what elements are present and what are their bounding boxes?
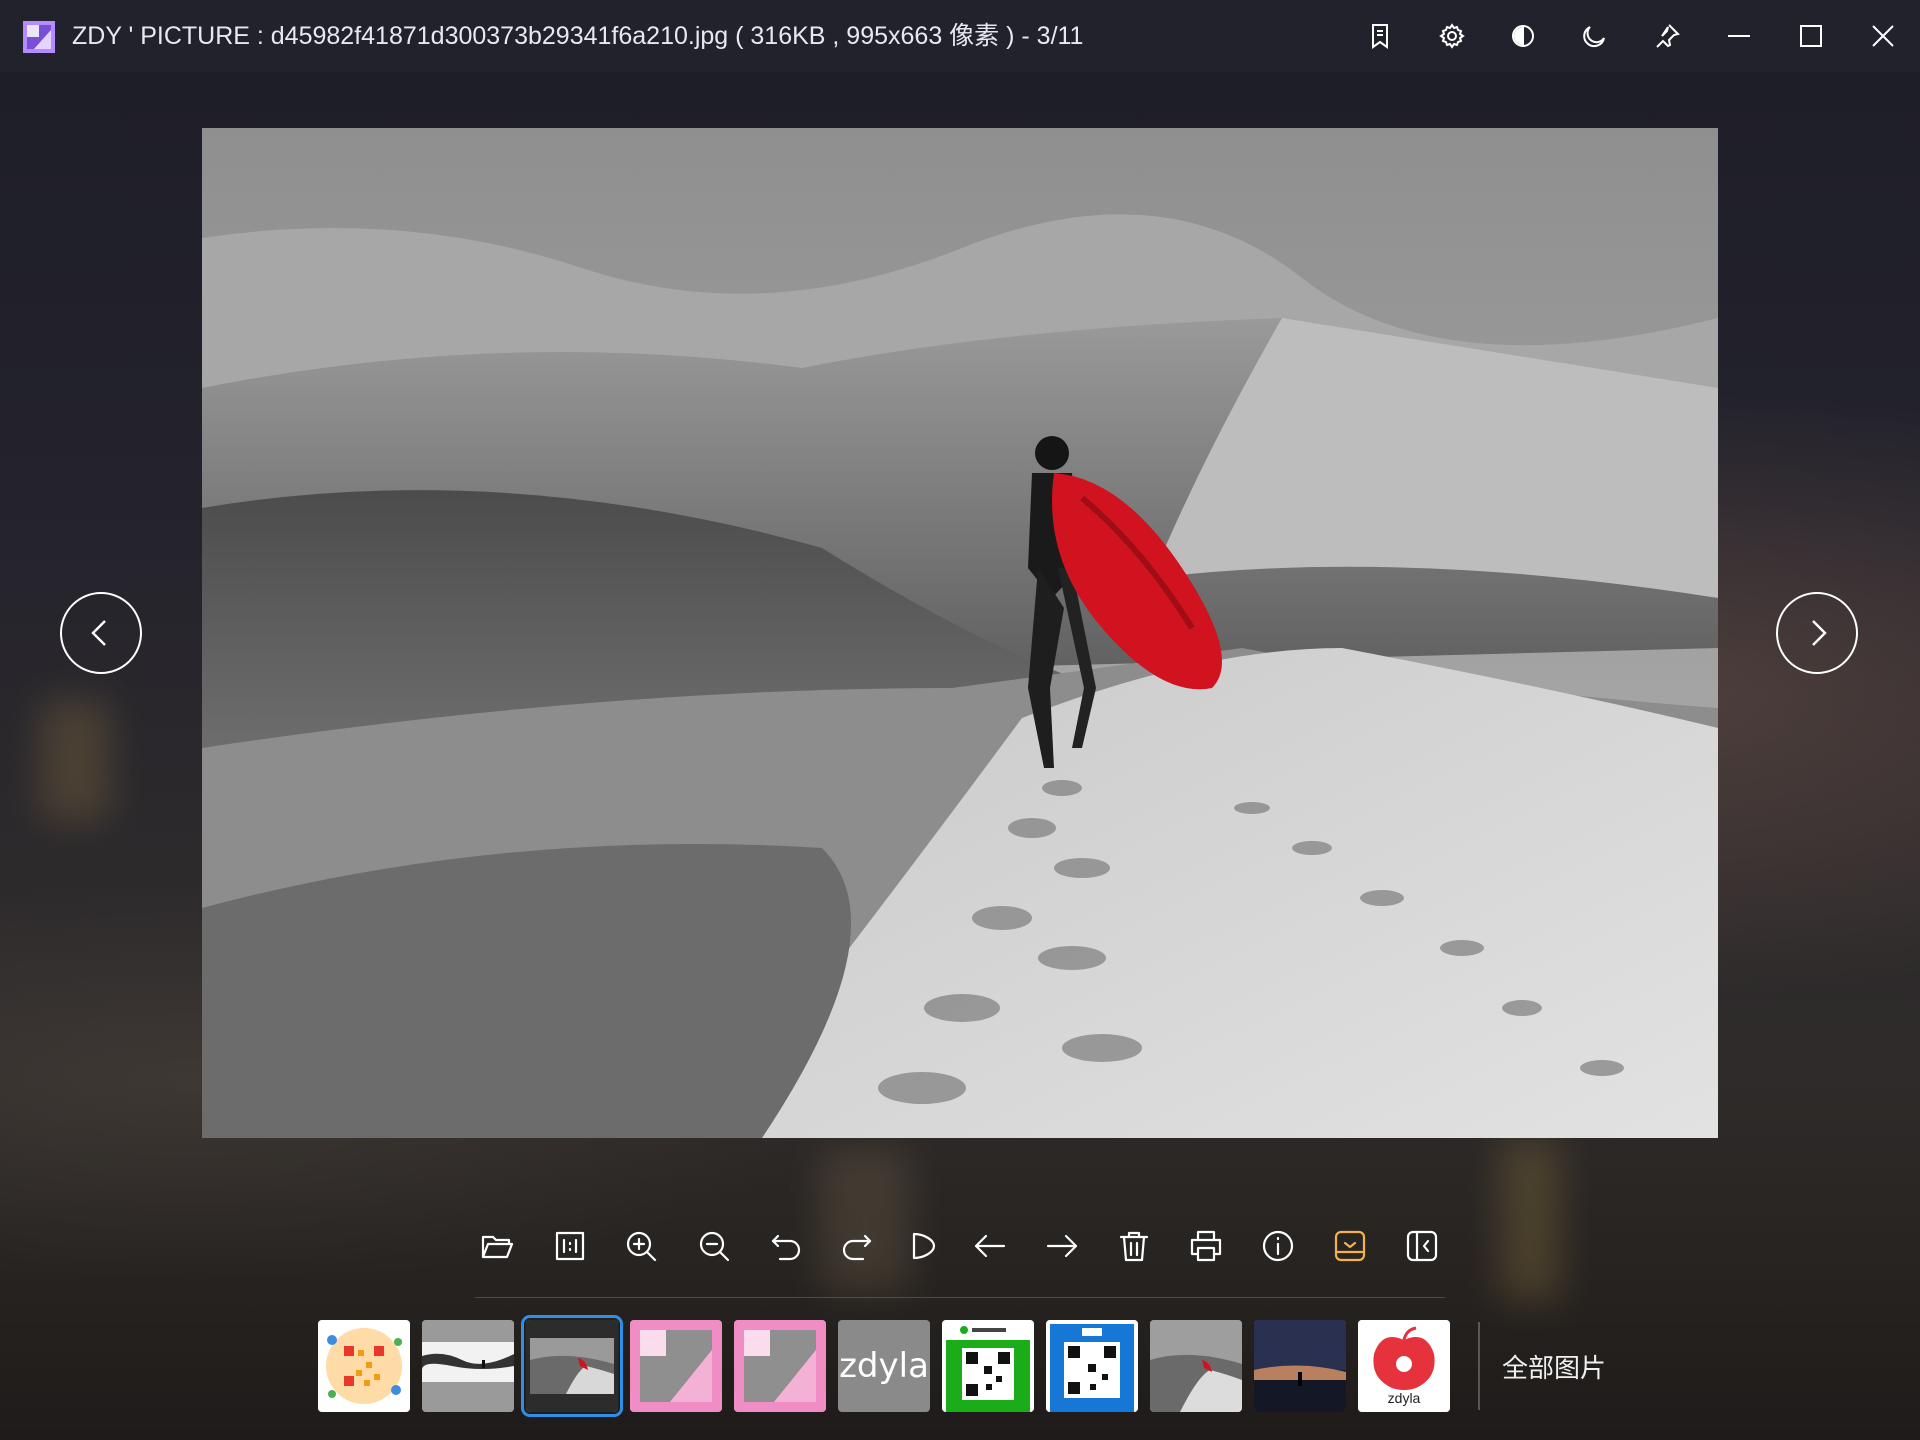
- zoom-in-icon[interactable]: [617, 1222, 665, 1270]
- rotate-left-icon[interactable]: [762, 1222, 810, 1270]
- thumbnail-strip-icon[interactable]: [1326, 1222, 1374, 1270]
- minimize-icon[interactable]: [1719, 16, 1759, 56]
- moon-icon[interactable]: [1575, 16, 1615, 56]
- thumbnail-pink-logo-2[interactable]: [734, 1320, 826, 1412]
- print-icon[interactable]: [1182, 1222, 1230, 1270]
- thumbnail-zdyla-apple[interactable]: zdyla: [1358, 1320, 1450, 1412]
- maximize-icon[interactable]: [1791, 16, 1831, 56]
- actual-size-icon[interactable]: [546, 1222, 594, 1270]
- title-bar: ZDY ' PICTURE : d45982f41871d300373b2934…: [0, 0, 1920, 72]
- pin-icon[interactable]: [1647, 16, 1687, 56]
- next-arrow-icon[interactable]: [1038, 1222, 1086, 1270]
- close-icon[interactable]: [1863, 16, 1903, 56]
- all-images-link[interactable]: 全部图片: [1502, 1348, 1606, 1385]
- main-image[interactable]: [202, 128, 1718, 1138]
- rotate-right-icon[interactable]: [833, 1222, 881, 1270]
- thumbnail-wechat-qr[interactable]: [942, 1320, 1034, 1412]
- previous-image-button[interactable]: [60, 592, 142, 674]
- thumbnail-zdyla-text[interactable]: zdyla: [838, 1320, 930, 1412]
- thumbnail-zdyla-label: zdyla: [839, 1346, 929, 1386]
- toolbar-divider: [475, 1297, 1445, 1298]
- gear-icon[interactable]: [1432, 16, 1472, 56]
- bookmark-icon[interactable]: [1360, 16, 1400, 56]
- sidebar-toggle-icon[interactable]: [1398, 1222, 1446, 1270]
- thumbnail-zdyla-apple-label: zdyla: [1387, 1390, 1421, 1406]
- open-folder-icon[interactable]: [473, 1222, 521, 1270]
- previous-arrow-icon[interactable]: [966, 1222, 1014, 1270]
- thumbnail-qr-colorful[interactable]: [318, 1320, 410, 1412]
- app-logo: [22, 20, 56, 54]
- next-image-button[interactable]: [1776, 592, 1858, 674]
- trash-icon[interactable]: [1110, 1222, 1158, 1270]
- thumbnail-night-sky-person[interactable]: [1254, 1320, 1346, 1412]
- zoom-out-icon[interactable]: [690, 1222, 738, 1270]
- info-icon[interactable]: [1254, 1222, 1302, 1270]
- thumbnail-strip-separator: [1478, 1322, 1480, 1410]
- thumbnail-snow-river[interactable]: [422, 1320, 514, 1412]
- image-toolbar: [0, 1222, 1920, 1272]
- thumbnail-alipay-qr[interactable]: [1046, 1320, 1138, 1412]
- window-title: ZDY ' PICTURE : d45982f41871d300373b2934…: [72, 22, 1084, 50]
- flip-icon[interactable]: [900, 1222, 948, 1270]
- thumbnail-pink-logo-1[interactable]: [630, 1320, 722, 1412]
- thumbnail-desert-red-cape-2[interactable]: [1150, 1320, 1242, 1412]
- thumbnail-desert-red-cape[interactable]: [521, 1315, 623, 1417]
- contrast-icon[interactable]: [1503, 16, 1543, 56]
